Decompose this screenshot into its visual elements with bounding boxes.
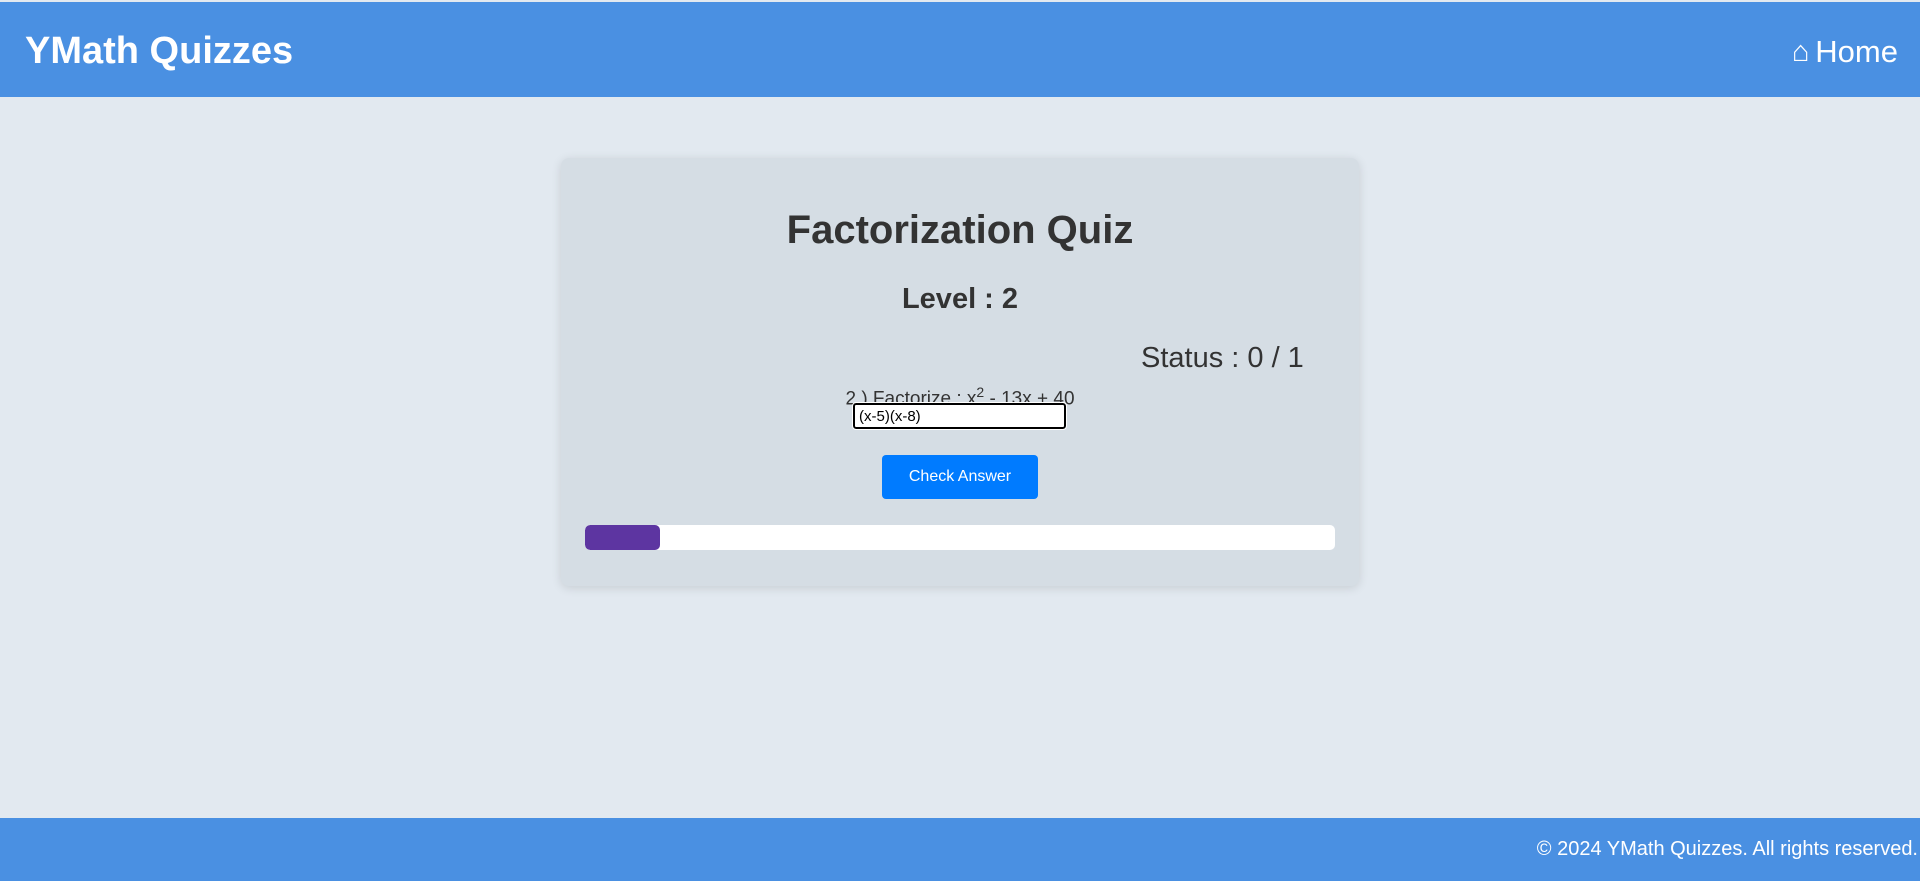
quiz-status: Status : 0 / 1: [1141, 342, 1304, 374]
home-link-label: Home: [1815, 34, 1898, 69]
answer-input[interactable]: [852, 402, 1067, 430]
top-navbar: YMath Quizzes ⌂ Home: [0, 2, 1920, 97]
progress-bar-fill: [585, 525, 660, 550]
check-answer-button[interactable]: Check Answer: [882, 455, 1038, 499]
progress-bar: [585, 525, 1335, 550]
footer-copyright: © 2024 YMath Quizzes. All rights reserve…: [1536, 838, 1918, 860]
home-link[interactable]: ⌂ Home: [1792, 34, 1898, 70]
quiz-level: Level : 2: [901, 283, 1019, 315]
quiz-title: Factorization Quiz: [786, 208, 1134, 252]
home-icon: ⌂: [1791, 36, 1810, 68]
footer: © 2024 YMath Quizzes. All rights reserve…: [0, 818, 1920, 881]
site-brand[interactable]: YMath Quizzes: [25, 29, 293, 73]
